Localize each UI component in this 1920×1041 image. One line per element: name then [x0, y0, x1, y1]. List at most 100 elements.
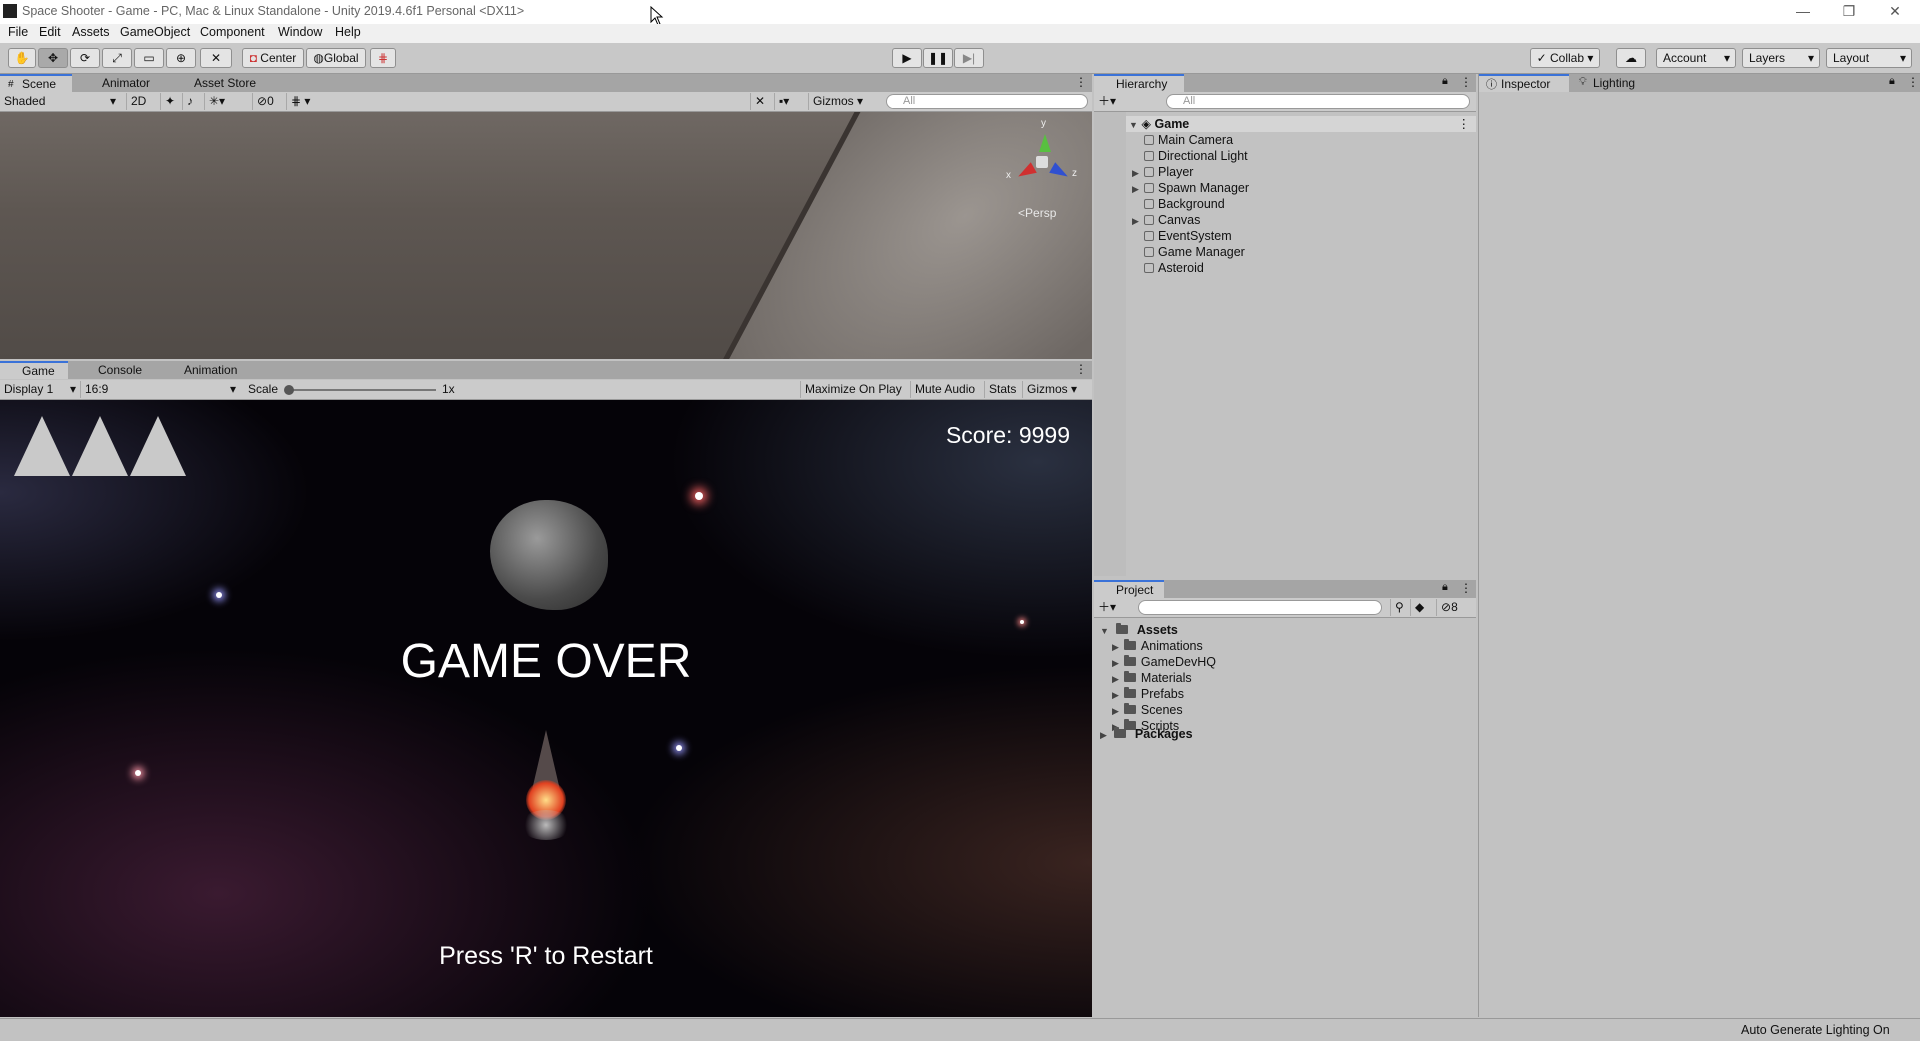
tab-animator[interactable]: Animator — [80, 74, 158, 92]
close-button[interactable]: ✕ — [1872, 0, 1918, 24]
expand-arrow-icon[interactable]: ▶ — [1112, 674, 1119, 684]
create-dropdown[interactable]: ＋▾ — [1094, 599, 1124, 616]
tab-animation[interactable]: Animation — [162, 361, 245, 379]
project-folder-row[interactable]: ▶ Scenes — [1112, 702, 1183, 718]
minimize-button[interactable]: — — [1780, 0, 1826, 24]
hierarchy-item[interactable]: ▶ Canvas — [1132, 212, 1200, 228]
row-menu-icon[interactable]: ⋮ — [1458, 116, 1471, 132]
project-folder-row[interactable]: ▶ GameDevHQ — [1112, 654, 1216, 670]
hierarchy-item[interactable]: Main Camera — [1132, 132, 1233, 148]
tab-asset-store[interactable]: Asset Store — [172, 74, 264, 92]
menu-edit[interactable]: Edit — [39, 25, 61, 39]
chevron-down-icon: ▾ — [69, 382, 76, 396]
shading-mode-dropdown[interactable]: Shaded ▾ — [0, 93, 120, 110]
cloud-button[interactable]: ☁ — [1616, 48, 1646, 68]
expand-arrow-icon[interactable]: ▶ — [1132, 165, 1144, 181]
scale-tool-button[interactable]: ⤢ — [102, 48, 132, 68]
scale-slider[interactable] — [284, 385, 436, 395]
mode-2d-button[interactable]: 2D — [126, 93, 152, 110]
tab-project[interactable]: Project — [1094, 580, 1164, 598]
custom-tool-button[interactable]: ✕ — [200, 48, 232, 68]
assets-root-row[interactable]: ▼ Assets — [1100, 622, 1178, 638]
collab-dropdown[interactable]: ✓ Collab ▾ — [1530, 48, 1600, 68]
space-global-button[interactable]: ◍Global — [306, 48, 366, 68]
pause-button[interactable]: ❚❚ — [923, 48, 953, 68]
hand-tool-button[interactable]: ✋ — [8, 48, 36, 68]
aspect-dropdown[interactable]: 16:9 ▾ — [80, 381, 240, 398]
effects-toggle-icon[interactable]: ✳▾ — [204, 93, 234, 110]
scene-search-input[interactable]: All — [886, 94, 1088, 109]
menu-assets[interactable]: Assets — [72, 25, 110, 39]
mute-audio-toggle[interactable]: Mute Audio — [910, 381, 984, 398]
expand-arrow-icon[interactable]: ▶ — [1112, 690, 1119, 700]
hierarchy-item[interactable]: Directional Light — [1132, 148, 1248, 164]
pivot-center-button[interactable]: ◘ Center — [242, 48, 304, 68]
expand-arrow-icon[interactable]: ▶ — [1112, 658, 1119, 668]
lock-icon[interactable]: 🔒︎ — [1442, 75, 1448, 88]
transform-tool-button[interactable]: ⊕ — [166, 48, 196, 68]
menu-window[interactable]: Window — [278, 25, 322, 39]
packages-root-row[interactable]: ▶ Packages — [1100, 726, 1193, 742]
game-viewport[interactable]: Score: 9999 GAME OVER Press 'R' to Resta… — [0, 400, 1092, 1017]
lighting-toggle-icon[interactable]: ✦ — [160, 93, 182, 110]
project-search-input[interactable] — [1138, 600, 1382, 615]
hierarchy-item[interactable]: ▶ Spawn Manager — [1132, 180, 1249, 196]
scale-slider-thumb[interactable] — [284, 385, 294, 395]
tab-game[interactable]: Game — [0, 361, 68, 379]
menu-file[interactable]: File — [8, 25, 28, 39]
hierarchy-item[interactable]: EventSystem — [1132, 228, 1232, 244]
camera-dropdown[interactable]: ▪▾ — [774, 93, 806, 110]
expand-arrow-icon[interactable]: ▶ — [1112, 706, 1119, 716]
hidden-objects-toggle[interactable]: ⊘0 — [252, 93, 282, 110]
panel-menu-icon[interactable]: ⋮ — [1075, 362, 1087, 376]
panel-menu-icon[interactable]: ⋮ — [1460, 581, 1472, 595]
display-dropdown[interactable]: Display 1 ▾ — [0, 381, 80, 398]
layout-dropdown[interactable]: Layout ▾ — [1826, 48, 1912, 68]
move-tool-button[interactable]: ✥ — [38, 48, 68, 68]
tab-console[interactable]: Console — [76, 361, 150, 379]
step-button[interactable]: ▶| — [954, 48, 984, 68]
scene-gizmo[interactable]: y x z — [1005, 116, 1077, 206]
maximize-on-play-toggle[interactable]: Maximize On Play — [800, 381, 908, 398]
lock-icon[interactable]: 🔒︎ — [1442, 581, 1448, 594]
search-by-label-icon[interactable]: ◆ — [1410, 599, 1430, 616]
snap-button[interactable]: ⋕ — [370, 48, 396, 68]
expand-arrow-icon[interactable]: ▶ — [1132, 181, 1144, 197]
project-folder-row[interactable]: ▶ Animations — [1112, 638, 1203, 654]
persp-label[interactable]: <Persp — [1018, 206, 1056, 220]
scene-root-row[interactable]: ▼ ◈ Game ⋮ — [1126, 116, 1476, 132]
hierarchy-search-input[interactable]: All — [1166, 94, 1470, 109]
grid-toggle-icon[interactable]: ⋕ ▾ — [286, 93, 324, 110]
project-folder-row[interactable]: ▶ Materials — [1112, 670, 1192, 686]
audio-toggle-icon[interactable]: ♪ — [182, 93, 204, 110]
expand-arrow-icon[interactable]: ▶ — [1112, 642, 1119, 652]
panel-menu-icon[interactable]: ⋮ — [1460, 75, 1472, 89]
hierarchy-item[interactable]: Background — [1132, 196, 1225, 212]
hierarchy-item[interactable]: ▶ Player — [1132, 164, 1193, 180]
hidden-packages-toggle[interactable]: ⊘8 — [1436, 599, 1470, 616]
gizmos-dropdown[interactable]: Gizmos ▾ — [808, 93, 878, 110]
project-folder-row[interactable]: ▶ Prefabs — [1112, 686, 1184, 702]
hierarchy-item[interactable]: Game Manager — [1132, 244, 1245, 260]
stats-toggle[interactable]: Stats — [984, 381, 1022, 398]
scene-viewport[interactable]: y x z <Persp — [0, 112, 1092, 359]
create-dropdown[interactable]: ＋▾ — [1094, 93, 1124, 110]
search-by-type-icon[interactable]: ⚲ — [1390, 599, 1410, 616]
maximize-button[interactable]: ❐ — [1826, 0, 1872, 24]
tools-icon[interactable]: ✕ — [750, 93, 772, 110]
panel-menu-icon[interactable]: ⋮ — [1075, 75, 1087, 89]
expand-arrow-icon[interactable]: ▶ — [1132, 213, 1144, 229]
layers-dropdown[interactable]: Layers ▾ — [1742, 48, 1820, 68]
rotate-tool-button[interactable]: ⟳ — [70, 48, 100, 68]
tab-hierarchy[interactable]: Hierarchy — [1094, 74, 1184, 92]
lock-icon[interactable]: 🔒︎ — [1889, 75, 1895, 88]
rect-tool-button[interactable]: ▭ — [134, 48, 164, 68]
account-dropdown[interactable]: Account ▾ — [1656, 48, 1736, 68]
menu-component[interactable]: Component — [200, 25, 265, 39]
menu-gameobject[interactable]: GameObject — [120, 25, 190, 39]
gizmos-dropdown[interactable]: Gizmos ▾ — [1022, 381, 1092, 398]
menu-help[interactable]: Help — [335, 25, 361, 39]
play-button[interactable]: ▶ — [892, 48, 922, 68]
panel-menu-icon[interactable]: ⋮ — [1907, 75, 1919, 89]
hierarchy-item[interactable]: Asteroid — [1132, 260, 1204, 276]
